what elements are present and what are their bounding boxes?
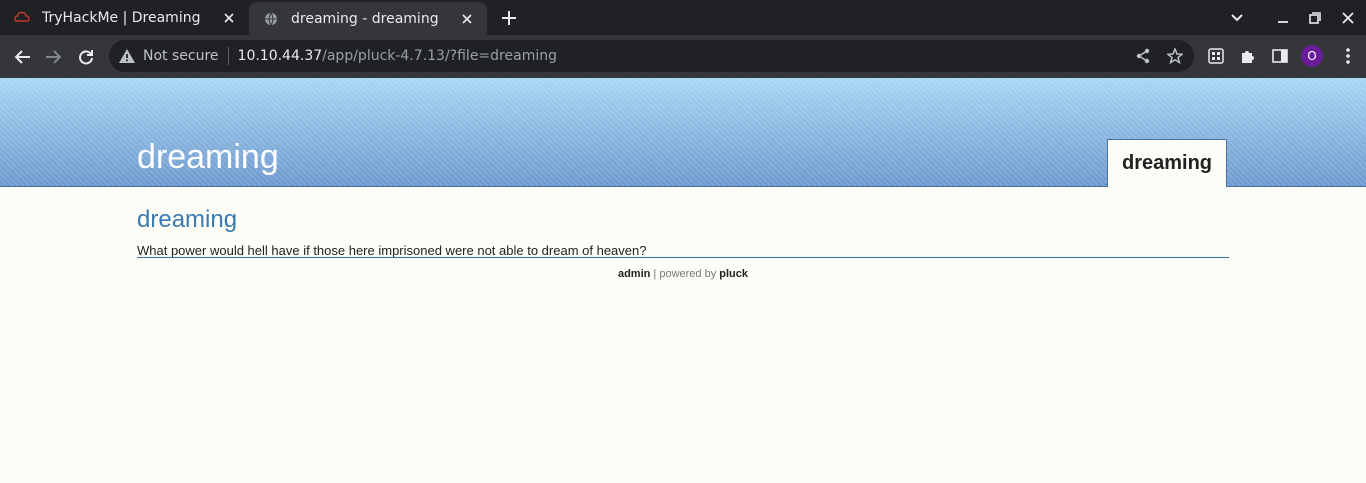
extensions-puzzle-icon[interactable] xyxy=(1237,45,1259,67)
tryhackme-icon xyxy=(14,10,30,26)
content-divider xyxy=(137,257,1229,258)
tab-title: TryHackMe | Dreaming xyxy=(42,9,201,26)
more-menu-icon[interactable] xyxy=(1337,45,1359,67)
new-tab-button[interactable] xyxy=(498,7,520,29)
url-path[interactable]: /app/pluck-4.7.13/?file=dreaming xyxy=(322,48,557,64)
plus-icon xyxy=(502,11,516,25)
browser-toolbar: Not secure 10.10.44.37 /app/pluck-4.7.13… xyxy=(0,35,1366,78)
reload-button[interactable] xyxy=(74,45,98,69)
page-title: dreaming xyxy=(137,206,238,233)
arrow-right-icon xyxy=(46,50,62,64)
tab-search-button[interactable] xyxy=(1226,7,1248,29)
arrow-left-icon xyxy=(14,50,30,64)
site-header: dreaming dreaming xyxy=(0,78,1366,187)
browser-tab-strip: TryHackMe | Dreaming dreaming - dreaming xyxy=(0,0,1366,35)
reload-icon xyxy=(79,50,93,65)
close-icon xyxy=(1342,12,1354,24)
window-close-button[interactable] xyxy=(1337,7,1359,29)
restore-icon xyxy=(1309,12,1321,24)
page-text: What power would hell have if those here… xyxy=(137,243,647,258)
minimize-icon xyxy=(1278,21,1288,23)
tab-dreaming[interactable]: dreaming - dreaming xyxy=(249,2,487,35)
profile-avatar[interactable]: O xyxy=(1301,45,1323,67)
admin-link[interactable]: admin xyxy=(618,268,650,280)
site-title[interactable]: dreaming xyxy=(137,138,279,177)
nav-menu-item-dreaming[interactable]: dreaming xyxy=(1107,139,1227,187)
side-panel-icon[interactable] xyxy=(1269,45,1291,67)
divider xyxy=(227,47,229,65)
close-icon[interactable] xyxy=(457,9,477,29)
qr-code-icon[interactable] xyxy=(1205,45,1227,67)
address-bar[interactable]: Not secure 10.10.44.37 /app/pluck-4.7.13… xyxy=(109,40,1194,72)
pluck-link[interactable]: pluck xyxy=(719,268,748,280)
tab-title: dreaming - dreaming xyxy=(291,10,439,27)
tab-tryhackme[interactable]: TryHackMe | Dreaming xyxy=(0,0,249,35)
globe-icon xyxy=(263,11,279,27)
footer-powered-by: | powered by xyxy=(650,268,720,280)
site-footer: admin | powered by pluck xyxy=(0,268,1366,280)
chevron-down-icon xyxy=(1231,14,1243,22)
forward-button[interactable] xyxy=(42,45,66,69)
warning-icon[interactable] xyxy=(119,48,135,64)
maximize-button[interactable] xyxy=(1304,7,1326,29)
minimize-button[interactable] xyxy=(1272,7,1294,29)
share-icon[interactable] xyxy=(1133,46,1153,66)
security-label[interactable]: Not secure xyxy=(143,48,219,64)
close-icon[interactable] xyxy=(219,8,239,28)
bookmark-star-icon[interactable] xyxy=(1165,46,1185,66)
back-button[interactable] xyxy=(10,45,34,69)
url-host[interactable]: 10.10.44.37 xyxy=(238,48,323,64)
